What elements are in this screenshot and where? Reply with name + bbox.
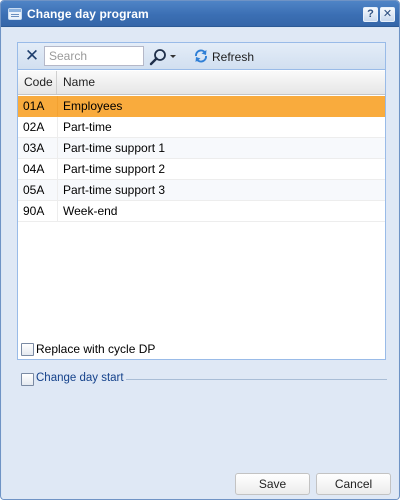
refresh-icon xyxy=(195,49,207,63)
fieldset-divider xyxy=(126,379,387,380)
table-row[interactable]: 90A Week-end xyxy=(18,201,385,222)
code-cell: 04A xyxy=(23,162,45,176)
change-day-start-checkbox[interactable] xyxy=(21,373,34,386)
name-cell: Part-time support 2 xyxy=(63,162,166,176)
day-program-grid: ✕ Refresh xyxy=(17,42,386,360)
table-row[interactable]: 04A Part-time support 2 xyxy=(18,159,385,180)
search-input[interactable] xyxy=(44,46,144,66)
table-row[interactable]: 03A Part-time support 1 xyxy=(18,138,385,159)
replace-with-cycle-dp-checkbox[interactable] xyxy=(21,343,34,356)
help-button[interactable]: ? xyxy=(363,7,378,22)
save-button[interactable]: Save xyxy=(235,473,310,495)
dialog-footer: Save Cancel xyxy=(2,465,398,499)
grid-toolbar: ✕ Refresh xyxy=(18,43,385,70)
refresh-label: Refresh xyxy=(212,50,255,64)
window-icon xyxy=(8,8,22,20)
replace-with-cycle-dp-label[interactable]: Replace with cycle DP xyxy=(36,342,155,356)
table-row[interactable]: 05A Part-time support 3 xyxy=(18,180,385,201)
code-cell: 03A xyxy=(23,141,45,155)
magnifier-icon xyxy=(149,49,176,66)
cancel-button[interactable]: Cancel xyxy=(316,473,391,495)
name-cell: Part-time support 3 xyxy=(63,183,166,197)
dialog-body: ✕ Refresh xyxy=(2,28,398,465)
title-bar[interactable]: Change day program ? ✕ xyxy=(1,1,399,27)
table-row[interactable]: 02A Part-time xyxy=(18,117,385,138)
grid-header: Code Name xyxy=(18,71,385,95)
change-day-program-dialog: Change day program ? ✕ ✕ Search Refresh … xyxy=(0,0,400,500)
code-cell: 02A xyxy=(23,120,45,134)
name-cell: Employees xyxy=(63,99,123,113)
name-cell: Part-time support 1 xyxy=(63,141,166,155)
column-header-name[interactable]: Name xyxy=(57,71,385,94)
name-cell: Week-end xyxy=(63,204,118,218)
name-cell: Part-time xyxy=(63,120,112,134)
search-options-button[interactable] xyxy=(149,48,179,66)
refresh-button[interactable]: Refresh xyxy=(193,47,263,67)
close-button[interactable]: ✕ xyxy=(380,7,395,22)
table-row[interactable]: 01A Employees xyxy=(18,96,385,117)
dialog-title: Change day program xyxy=(27,7,149,21)
grid-rows: 01A Employees 02A Part-time 03A Part-tim… xyxy=(18,96,385,222)
change-day-start-label[interactable]: Change day start xyxy=(36,372,124,384)
column-header-code[interactable]: Code xyxy=(18,71,57,94)
clear-search-icon[interactable]: ✕ xyxy=(24,47,40,64)
code-cell: 05A xyxy=(23,183,45,197)
code-cell: 90A xyxy=(23,204,45,218)
code-cell: 01A xyxy=(23,99,45,113)
